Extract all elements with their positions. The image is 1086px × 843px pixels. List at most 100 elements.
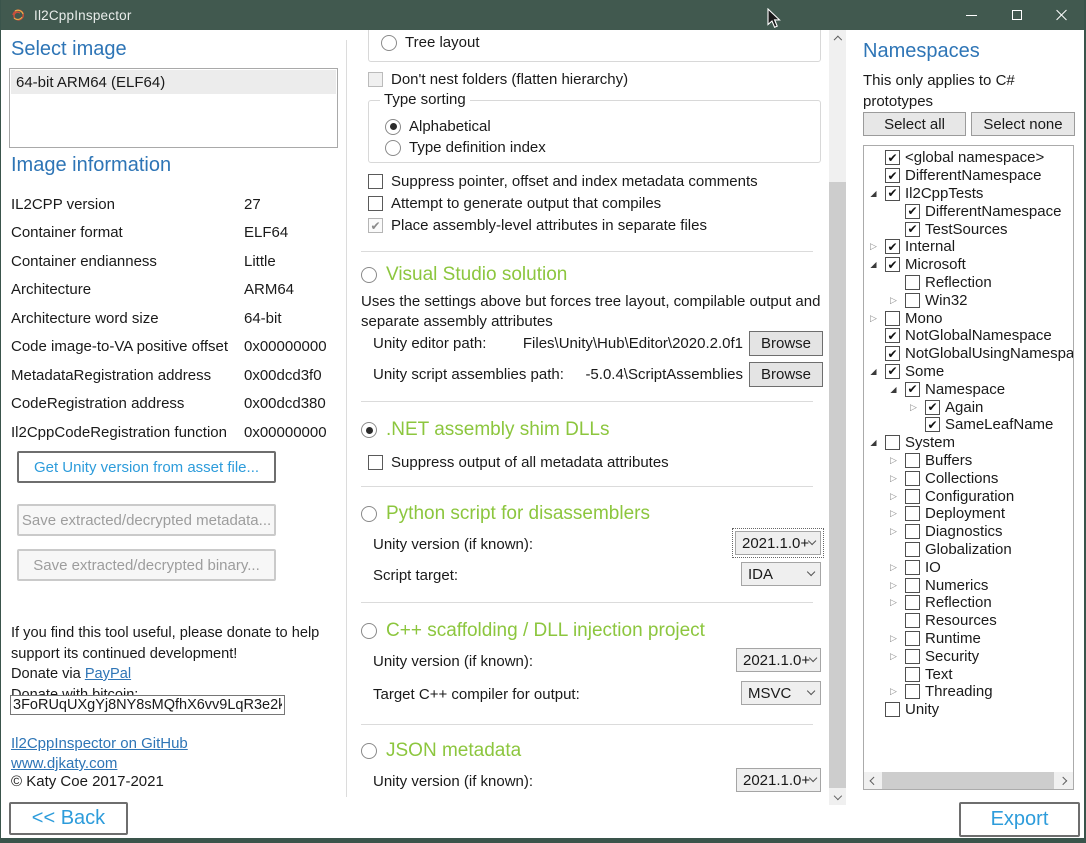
- tree-item-runtime[interactable]: Runtime: [864, 630, 1073, 648]
- expand-icon[interactable]: [886, 455, 901, 466]
- namespace-checkbox[interactable]: [905, 453, 920, 468]
- tree-item-differentnamespace[interactable]: DifferentNamespace: [864, 167, 1073, 185]
- tree-item-io[interactable]: IO: [864, 558, 1073, 576]
- tree-item-configuration[interactable]: Configuration: [864, 487, 1073, 505]
- expand-icon[interactable]: [886, 508, 901, 519]
- bitcoin-address-input[interactable]: [10, 695, 285, 715]
- radio-dotnet-shim-dlls[interactable]: .NET assembly shim DLLs: [361, 419, 610, 441]
- tree-item-numerics[interactable]: Numerics: [864, 576, 1073, 594]
- expand-icon[interactable]: [886, 651, 901, 662]
- expand-icon[interactable]: [866, 313, 881, 324]
- json-unity-version-dropdown[interactable]: 2021.1.0+: [736, 768, 821, 792]
- checkbox-separate-attributes[interactable]: Place assembly-level attributes in separ…: [368, 217, 707, 234]
- select-none-button[interactable]: Select none: [971, 112, 1075, 136]
- tree-item-testsources[interactable]: TestSources: [864, 220, 1073, 238]
- namespace-checkbox[interactable]: [905, 667, 920, 682]
- website-link[interactable]: www.djkaty.com: [11, 755, 117, 772]
- namespace-checkbox[interactable]: [885, 239, 900, 254]
- scroll-left-button[interactable]: [864, 772, 881, 789]
- namespace-checkbox[interactable]: [905, 471, 920, 486]
- tree-item-security[interactable]: Security: [864, 647, 1073, 665]
- expand-icon[interactable]: [866, 241, 881, 252]
- scroll-right-button[interactable]: [1056, 772, 1073, 789]
- tree-item-notglobalnamespace[interactable]: NotGlobalNamespace: [864, 327, 1073, 345]
- tree-item-global-namespace[interactable]: <global namespace>: [864, 149, 1073, 167]
- checkbox-dont-nest-folders[interactable]: Don't nest folders (flatten hierarchy): [368, 71, 628, 88]
- maximize-button[interactable]: [994, 0, 1039, 30]
- namespace-checkbox[interactable]: [905, 631, 920, 646]
- tree-item-diagnostics[interactable]: Diagnostics: [864, 523, 1073, 541]
- browse-script-assemblies-button[interactable]: Browse: [749, 362, 823, 387]
- collapse-icon[interactable]: [866, 367, 881, 376]
- radio-python-script[interactable]: Python script for disassemblers: [361, 503, 650, 525]
- get-unity-version-button[interactable]: Get Unity version from asset file...: [17, 451, 276, 483]
- unity-editor-path-value[interactable]: Files\Unity\Hub\Editor\2020.2.0f1: [497, 335, 743, 352]
- namespace-checkbox[interactable]: [885, 364, 900, 379]
- close-button[interactable]: [1039, 0, 1084, 30]
- namespace-checkbox[interactable]: [925, 417, 940, 432]
- script-target-dropdown[interactable]: IDA: [741, 562, 821, 586]
- namespace-checkbox[interactable]: [905, 542, 920, 557]
- tree-item-buffers[interactable]: Buffers: [864, 452, 1073, 470]
- cpp-unity-version-dropdown[interactable]: 2021.1.0+: [736, 648, 821, 672]
- namespace-checkbox[interactable]: [885, 435, 900, 450]
- minimize-button[interactable]: [949, 0, 994, 30]
- tree-item-microsoft[interactable]: Microsoft: [864, 256, 1073, 274]
- checkbox-attempt-compile[interactable]: Attempt to generate output that compiles: [368, 195, 661, 212]
- namespace-checkbox[interactable]: [885, 702, 900, 717]
- tree-item-win32[interactable]: Win32: [864, 291, 1073, 309]
- expand-icon[interactable]: [886, 295, 901, 306]
- namespace-checkbox[interactable]: [885, 186, 900, 201]
- expand-icon[interactable]: [886, 686, 901, 697]
- cpp-compiler-dropdown[interactable]: MSVC: [741, 681, 821, 705]
- namespace-checkbox[interactable]: [905, 684, 920, 699]
- namespace-checkbox[interactable]: [905, 578, 920, 593]
- paypal-link[interactable]: PayPal: [85, 666, 131, 682]
- tree-item-collections[interactable]: Collections: [864, 469, 1073, 487]
- namespace-checkbox[interactable]: [905, 649, 920, 664]
- namespace-checkbox[interactable]: [905, 560, 920, 575]
- namespace-checkbox[interactable]: [885, 257, 900, 272]
- radio-alphabetical[interactable]: Alphabetical: [385, 118, 491, 135]
- collapse-icon[interactable]: [886, 385, 901, 394]
- expand-icon[interactable]: [886, 580, 901, 591]
- tree-item-namespace[interactable]: Namespace: [864, 380, 1073, 398]
- tree-item-resources[interactable]: Resources: [864, 612, 1073, 630]
- tree-item-mono[interactable]: Mono: [864, 309, 1073, 327]
- scrollbar-thumb[interactable]: [829, 182, 846, 788]
- tree-item-notglobalusingnamespace[interactable]: NotGlobalUsingNamespace: [864, 345, 1073, 363]
- tree-item-deployment[interactable]: Deployment: [864, 505, 1073, 523]
- image-list-item[interactable]: 64-bit ARM64 (ELF64): [11, 70, 336, 94]
- radio-json-metadata[interactable]: JSON metadata: [361, 740, 521, 762]
- expand-icon[interactable]: [906, 402, 921, 413]
- back-button[interactable]: << Back: [9, 802, 128, 835]
- radio-cpp-scaffolding[interactable]: C++ scaffolding / DLL injection project: [361, 620, 705, 642]
- namespace-checkbox[interactable]: [905, 489, 920, 504]
- radio-visual-studio-solution[interactable]: Visual Studio solution: [361, 264, 567, 286]
- tree-item-again[interactable]: Again: [864, 398, 1073, 416]
- tree-item-il2cpptests[interactable]: Il2CppTests: [864, 185, 1073, 203]
- namespace-checkbox[interactable]: [905, 222, 920, 237]
- radio-type-definition-index[interactable]: Type definition index: [385, 139, 546, 156]
- namespace-checkbox[interactable]: [885, 311, 900, 326]
- expand-icon[interactable]: [886, 562, 901, 573]
- collapse-icon[interactable]: [866, 189, 881, 198]
- namespace-checkbox[interactable]: [905, 293, 920, 308]
- checkbox-suppress-comments[interactable]: Suppress pointer, offset and index metad…: [368, 173, 758, 190]
- scroll-down-button[interactable]: [829, 788, 846, 805]
- namespace-checkbox[interactable]: [905, 595, 920, 610]
- tree-item-globalization[interactable]: Globalization: [864, 541, 1073, 559]
- namespace-checkbox[interactable]: [925, 400, 940, 415]
- namespace-checkbox[interactable]: [905, 613, 920, 628]
- collapse-icon[interactable]: [866, 260, 881, 269]
- browse-editor-path-button[interactable]: Browse: [749, 331, 823, 356]
- namespace-checkbox[interactable]: [905, 204, 920, 219]
- expand-icon[interactable]: [886, 597, 901, 608]
- tree-item-system[interactable]: System: [864, 434, 1073, 452]
- tree-item-sameleafname[interactable]: SameLeafName: [864, 416, 1073, 434]
- namespace-checkbox[interactable]: [885, 328, 900, 343]
- expand-icon[interactable]: [886, 633, 901, 644]
- namespace-checkbox[interactable]: [905, 382, 920, 397]
- namespace-checkbox[interactable]: [905, 524, 920, 539]
- radio-tree-layout[interactable]: Tree layout: [381, 34, 479, 51]
